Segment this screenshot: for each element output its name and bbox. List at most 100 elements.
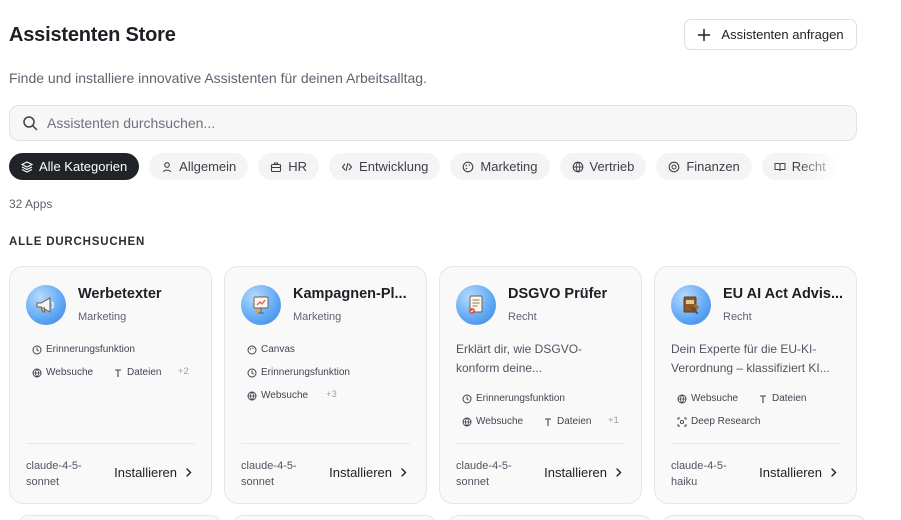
feature-tag: Dateien <box>113 367 161 378</box>
feature-tag: Erinnerungsfunktion <box>462 393 565 404</box>
feature-tag: Dateien <box>543 416 591 427</box>
globe-icon <box>462 417 472 426</box>
category-label: Alle Kategorien <box>39 159 128 174</box>
assistant-description: Erklärt dir, wie DSGVO- konform deine... <box>456 340 632 378</box>
globe-icon <box>32 368 42 377</box>
more-features-count: +3 <box>326 389 337 400</box>
feature-tag: Websuche <box>247 390 308 401</box>
reminder-icon <box>32 345 42 354</box>
palette-icon <box>463 161 474 172</box>
category-chip-marketing[interactable]: Marketing <box>450 153 550 180</box>
feature-label: Erinnerungsfunktion <box>46 344 135 355</box>
book-icon <box>774 162 786 171</box>
deep-research-icon <box>677 417 687 426</box>
assistant-name: EU AI Act Advis... <box>723 286 844 302</box>
feature-label: Websuche <box>691 393 739 404</box>
category-label: HR <box>288 159 308 174</box>
install-label: Installieren <box>759 465 822 480</box>
install-button[interactable]: Installieren <box>114 465 193 480</box>
more-features-count: +2 <box>178 366 189 377</box>
category-chip-alle-kategorien[interactable]: Alle Kategorien <box>9 153 140 180</box>
assistant-card-werbetexter[interactable]: Werbetexter Marketing Erinnerungsfunktio… <box>9 266 212 504</box>
install-label: Installieren <box>114 465 177 480</box>
card-divider <box>456 443 625 444</box>
document-check-icon <box>456 285 496 325</box>
assistant-card-kampagnen-planer[interactable]: Kampagnen-Pl... Marketing Canvas Erinner… <box>224 266 427 504</box>
category-chip-recht[interactable]: Recht <box>761 153 838 180</box>
globe-icon <box>572 161 583 172</box>
megaphone-icon <box>26 285 66 325</box>
category-filter-bar: Alle Kategorien Allgemein HR Entwicklung Mar… <box>9 153 857 181</box>
feature-tag: Websuche <box>32 367 93 378</box>
search-icon <box>23 116 38 131</box>
more-features-count: +1 <box>608 415 619 426</box>
page-title: Assistenten Store <box>9 24 176 46</box>
description-line: konform deine... <box>456 361 543 375</box>
chevron-right-icon <box>831 468 837 477</box>
feature-label: Dateien <box>127 367 162 378</box>
feature-label: Erinnerungsfunktion <box>476 393 565 404</box>
category-label: Recht <box>791 159 826 174</box>
category-chip-hr[interactable]: HR <box>258 153 320 180</box>
next-card-row <box>0 515 901 520</box>
card-divider <box>26 443 195 444</box>
reminder-icon <box>247 368 257 377</box>
category-chip-finanzen[interactable]: Finanzen <box>656 153 752 180</box>
card-divider <box>241 443 410 444</box>
feature-tag: Dateien <box>758 393 806 404</box>
category-label: Entwicklung <box>359 159 429 174</box>
category-chip-c[interactable]: C <box>847 153 857 180</box>
install-button[interactable]: Installieren <box>329 465 408 480</box>
feature-label: Websuche <box>46 367 94 378</box>
partial-card[interactable] <box>233 515 436 520</box>
assistant-name: DSGVO Prüfer <box>508 286 608 302</box>
briefcase-icon <box>271 161 282 172</box>
feature-tag: Erinnerungsfunktion <box>247 367 350 378</box>
feature-label: Canvas <box>261 344 295 355</box>
category-label: Marketing <box>480 159 538 174</box>
category-label: Finanzen <box>686 159 740 174</box>
page-subtitle: Finde und installiere innovative Assiste… <box>9 70 427 86</box>
category-chip-entwicklung[interactable]: Entwicklung <box>329 153 441 180</box>
plus-icon <box>698 28 711 41</box>
partial-card[interactable] <box>18 515 221 520</box>
install-label: Installieren <box>329 465 392 480</box>
feature-label: Dateien <box>557 416 592 427</box>
request-assistant-button[interactable]: Assistenten anfragen <box>684 19 857 50</box>
feature-label: Websuche <box>476 416 524 427</box>
feature-tag: Deep Research <box>677 416 760 427</box>
category-label: Vertrieb <box>589 159 635 174</box>
category-chip-allgemein[interactable]: Allgemein <box>149 153 249 180</box>
code-icon <box>341 162 353 171</box>
install-button[interactable]: Installieren <box>544 465 623 480</box>
assistant-category: Recht <box>508 311 537 323</box>
globe-icon <box>247 391 257 400</box>
category-label: Allgemein <box>179 159 237 174</box>
feature-tag: Websuche <box>462 416 523 427</box>
app-count: 32 Apps <box>9 197 53 211</box>
search-input[interactable] <box>47 115 827 131</box>
law-book-icon <box>671 285 711 325</box>
text-icon <box>545 417 551 426</box>
person-icon <box>163 161 172 172</box>
model-label: claude-4-5-sonnet <box>456 460 512 488</box>
assistant-category: Marketing <box>293 311 342 323</box>
globe-icon <box>677 394 687 403</box>
install-button[interactable]: Installieren <box>759 465 838 480</box>
chevron-right-icon <box>401 468 407 477</box>
text-icon <box>760 394 766 403</box>
feature-label: Dateien <box>772 393 807 404</box>
request-assistant-label: Assistenten anfragen <box>721 27 844 42</box>
presentation-icon <box>241 285 281 325</box>
description-line: Dein Experte für die EU-KI- <box>671 342 817 356</box>
coin-icon <box>668 161 680 172</box>
assistant-name: Werbetexter <box>78 286 162 302</box>
text-icon <box>115 368 121 377</box>
partial-card[interactable] <box>663 515 866 520</box>
assistant-card-eu-ai-act-advisor[interactable]: EU AI Act Advis... Recht Dein Experte fü… <box>654 266 857 504</box>
palette-icon <box>247 345 257 354</box>
category-chip-vertrieb[interactable]: Vertrieb <box>559 153 647 180</box>
assistant-card-dsgvo-pruefer[interactable]: DSGVO Prüfer Recht Erklärt dir, wie DSGV… <box>439 266 642 504</box>
search-bar[interactable] <box>9 105 857 141</box>
partial-card[interactable] <box>448 515 651 520</box>
